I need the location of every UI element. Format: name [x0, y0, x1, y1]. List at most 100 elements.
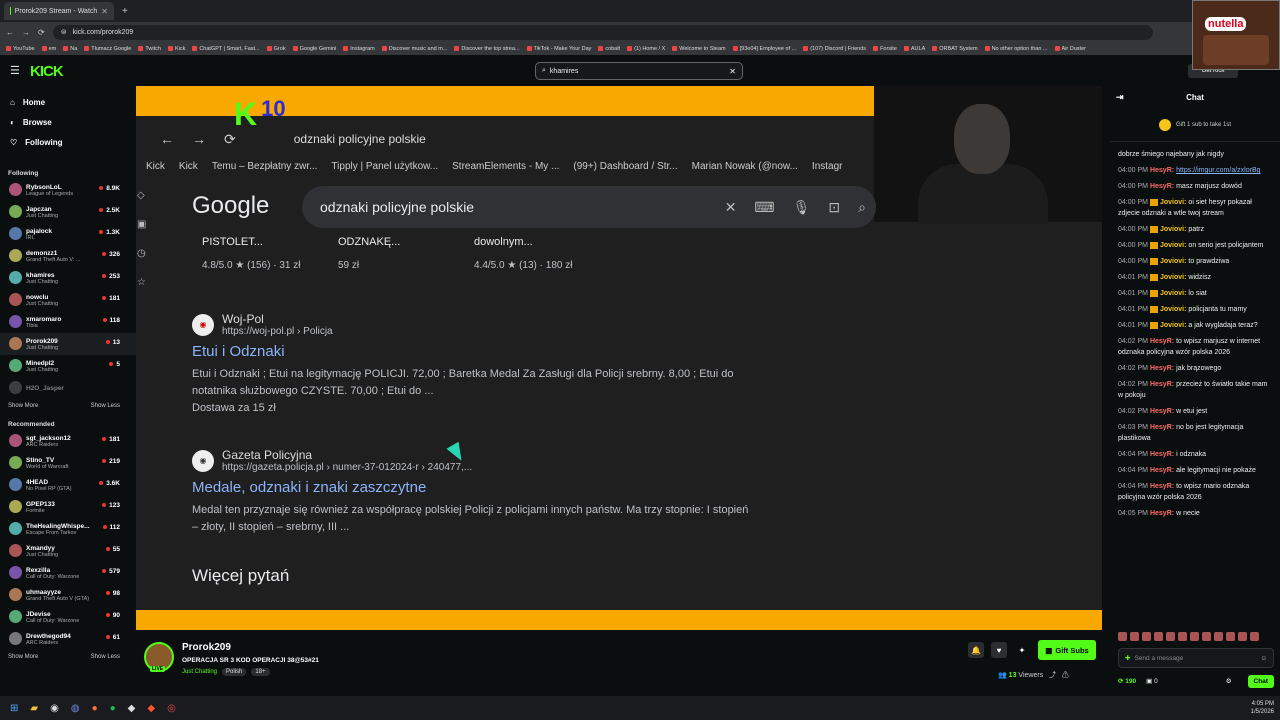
channel-item[interactable]: TheHealingWhispe... Escape From Tarkov 112 — [0, 518, 136, 540]
emote-icon[interactable] — [1166, 632, 1175, 641]
channel-item[interactable]: Minedpl2 Just Chatting 5 — [0, 355, 136, 377]
channel-item[interactable]: Rexzilla Call of Duty: Warzone 579 — [0, 562, 136, 584]
new-tab-button[interactable]: + — [122, 6, 128, 17]
message-user[interactable]: Joviovi: — [1160, 226, 1186, 233]
channel-item[interactable]: sgt_jackson12 ARC Raiders 181 — [0, 430, 136, 452]
bookmark-item[interactable]: cobalt — [598, 46, 620, 52]
channel-item[interactable]: 4HEAD No Pixel RP (GTA) 3.6K — [0, 474, 136, 496]
message-user[interactable]: HesyR: — [1150, 510, 1174, 517]
bookmark-item[interactable]: Discover music and m... — [382, 46, 448, 52]
bookmark-item[interactable]: (107) Discord | Friends — [803, 46, 866, 52]
show-more-button[interactable]: Show More — [8, 403, 38, 409]
stream-category[interactable]: Just Chatting — [182, 669, 217, 675]
chrome-icon[interactable]: ◎ — [167, 703, 176, 714]
bookmark-item[interactable]: Discover the top strea... — [454, 46, 519, 52]
browser-tab[interactable]: Prorok209 Stream - Watch ✕ — [4, 2, 114, 20]
report-icon[interactable]: ⚠ — [1062, 672, 1069, 679]
message-user[interactable]: HesyR: — [1150, 483, 1174, 490]
settings-icon[interactable]: ⚙ — [1226, 677, 1232, 685]
windows-start-icon[interactable]: ⊞ — [10, 703, 18, 714]
message-user[interactable]: HesyR: — [1150, 183, 1174, 190]
follow-heart-icon[interactable]: ♥ — [991, 642, 1007, 658]
brave-icon[interactable]: ◆ — [147, 703, 155, 714]
bookmark-item[interactable]: Google Gemini — [293, 46, 337, 52]
site-info-icon[interactable]: ⊜ — [61, 28, 67, 36]
streamer-name[interactable]: Prorok209 — [182, 642, 231, 653]
stream-tag[interactable]: 18+ — [251, 668, 270, 676]
message-user[interactable]: HesyR: — [1150, 451, 1174, 458]
kick-logo[interactable]: KICK — [30, 63, 64, 80]
channel-item[interactable]: Prorok209 Just Chatting 13 — [0, 333, 136, 355]
gift-banner[interactable]: Gift 1 sub to take 1st — [1110, 108, 1280, 142]
sidebar-item-following[interactable]: ♡ Following — [0, 132, 136, 152]
emote-icon[interactable] — [1226, 632, 1235, 641]
channel-item[interactable]: Xmandyy Just Chatting 55 — [0, 540, 136, 562]
bookmark-item[interactable]: Air Duster — [1055, 46, 1086, 52]
counter[interactable]: ▣ 0 — [1146, 677, 1158, 685]
bookmark-item[interactable]: YouTube — [6, 46, 35, 52]
channel-item[interactable]: nowclu Just Chatting 181 — [0, 289, 136, 311]
message-user[interactable]: Joviovi: — [1160, 258, 1186, 265]
channel-item[interactable]: Japczan Just Chatting 2.5K — [0, 201, 136, 223]
gift-subs-button[interactable]: ▦ Gift Subs — [1038, 640, 1096, 660]
message-user[interactable]: Joviovi: — [1160, 322, 1186, 329]
bookmark-item[interactable]: Na — [63, 46, 77, 52]
message-user[interactable]: Joviovi: — [1160, 242, 1186, 249]
message-user[interactable]: HesyR: — [1150, 381, 1174, 388]
sidebar-item-home[interactable]: ⌂ Home — [0, 92, 136, 112]
points-counter[interactable]: ⟳ 190 — [1118, 677, 1136, 685]
emote-icon[interactable] — [1130, 632, 1139, 641]
channel-item[interactable]: H2O_Jasper — [0, 377, 136, 399]
channel-item[interactable]: khamires Just Chatting 253 — [0, 267, 136, 289]
bookmark-item[interactable]: [93e04] Employee of ... — [733, 46, 797, 52]
emote-icon[interactable] — [1142, 632, 1151, 641]
menu-icon[interactable]: ☰ — [10, 64, 20, 77]
bookmark-item[interactable]: Welcome to Steam — [672, 46, 725, 52]
channel-item[interactable]: demonzz1 Grand Theft Auto V: ... 326 — [0, 245, 136, 267]
show-more-button[interactable]: Show More — [8, 654, 38, 660]
bookmark-item[interactable]: No other option than ... — [985, 46, 1048, 52]
address-field[interactable]: ⊜ kick.com/prorok209 — [52, 24, 1153, 40]
emote-icon[interactable] — [1178, 632, 1187, 641]
spotify-icon[interactable]: ● — [110, 703, 116, 714]
channel-item[interactable]: GPEP133 Fortnite 123 — [0, 496, 136, 518]
forward-icon[interactable]: → — [22, 28, 30, 37]
collapse-chat-icon[interactable]: ⇥ — [1116, 92, 1124, 103]
bookmark-item[interactable]: ORBAT System — [932, 46, 977, 52]
stream-tag[interactable]: Polish — [222, 668, 247, 676]
show-less-button[interactable]: Show Less — [91, 654, 120, 660]
channel-item[interactable]: Stino_TV World of Warcraft 219 — [0, 452, 136, 474]
chat-input[interactable]: ✚ Send a message ☺ — [1118, 648, 1274, 668]
close-tab-icon[interactable]: ✕ — [101, 7, 108, 16]
message-user[interactable]: HesyR: — [1150, 424, 1174, 431]
bookmark-item[interactable]: Instagram — [343, 46, 374, 52]
channel-item[interactable]: xmaromaro Tibia 118 — [0, 311, 136, 333]
notification-bell-icon[interactable]: 🔔 — [968, 642, 984, 658]
message-user[interactable]: Joviovi: — [1160, 274, 1186, 281]
chat-send-button[interactable]: Chat — [1247, 674, 1274, 688]
emote-icon[interactable] — [1250, 632, 1259, 641]
bookmark-item[interactable]: TikTok - Make Your Day — [527, 46, 592, 52]
back-icon[interactable]: ← — [6, 28, 14, 37]
bookmark-item[interactable]: (1) Home / X — [627, 46, 665, 52]
message-user[interactable]: HesyR: — [1150, 338, 1174, 345]
discord-icon[interactable]: ◍ — [71, 703, 80, 714]
bookmark-item[interactable]: Twitch — [138, 46, 161, 52]
channel-item[interactable]: JDevise Call of Duty: Warzone 90 — [0, 606, 136, 628]
search-input[interactable]: ⌕ khamires ✕ — [535, 62, 743, 80]
emote-icon[interactable] — [1238, 632, 1247, 641]
clear-search-icon[interactable]: ✕ — [729, 67, 736, 76]
emote-icon[interactable] — [1190, 632, 1199, 641]
emote-icon[interactable] — [1118, 632, 1127, 641]
message-user[interactable]: HesyR: — [1150, 167, 1174, 174]
emote-icon[interactable] — [1154, 632, 1163, 641]
more-icon[interactable]: ✦ — [1014, 642, 1030, 658]
bookmark-item[interactable]: Tłumacz Google — [84, 46, 131, 52]
file-explorer-icon[interactable]: ▰ — [30, 703, 38, 714]
bookmark-item[interactable]: Grok — [267, 46, 286, 52]
message-user[interactable]: HesyR: — [1150, 365, 1174, 372]
emoji-icon[interactable]: ☺ — [1260, 655, 1267, 662]
reload-icon[interactable]: ⟳ — [38, 28, 45, 37]
emote-icon[interactable] — [1214, 632, 1223, 641]
show-less-button[interactable]: Show Less — [91, 403, 120, 409]
